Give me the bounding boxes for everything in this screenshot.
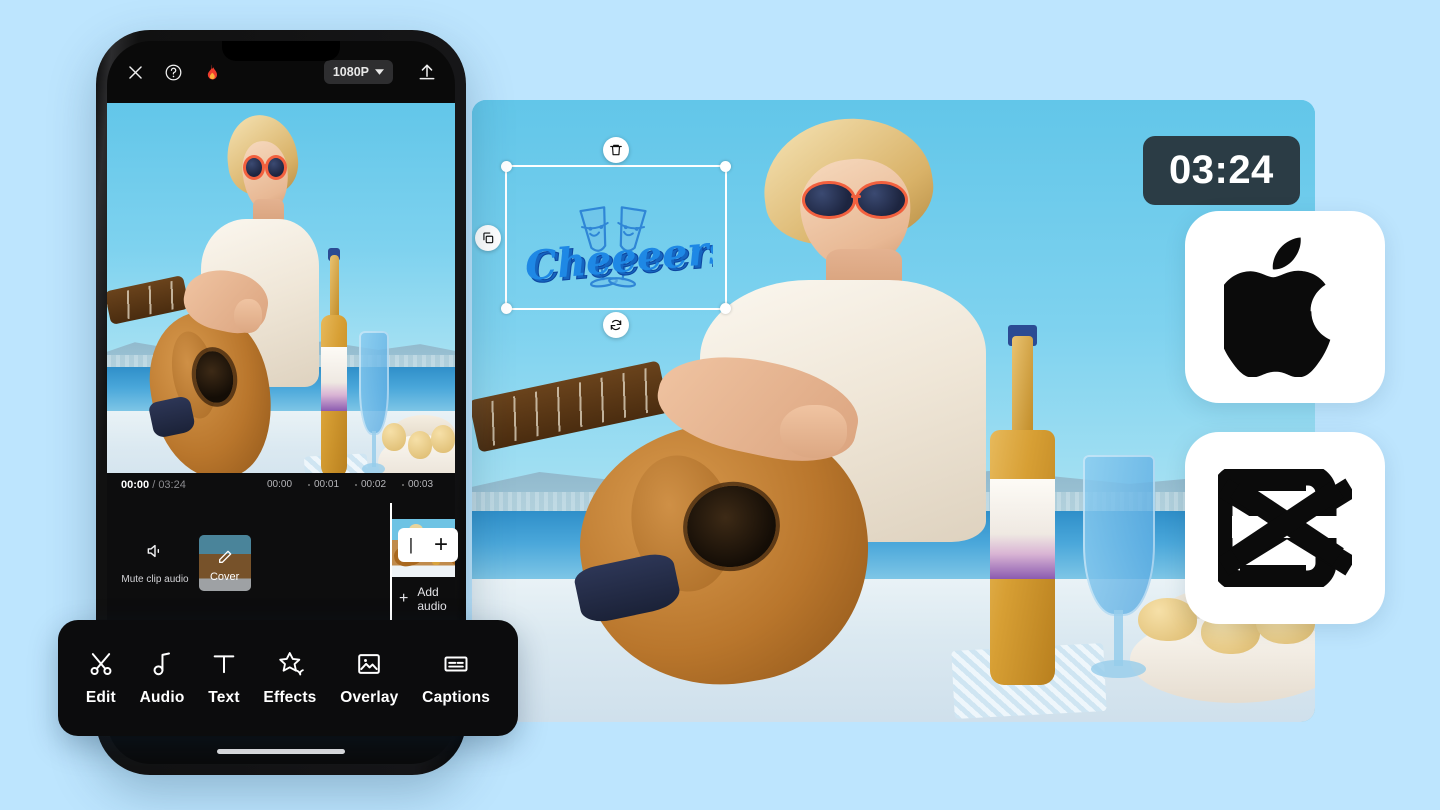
trash-icon[interactable] bbox=[603, 137, 629, 163]
phone-video-preview[interactable] bbox=[107, 103, 455, 503]
duration-badge: 03:24 bbox=[1143, 136, 1300, 205]
resize-handle-top-left[interactable] bbox=[501, 161, 512, 172]
phone-video-frame bbox=[107, 103, 455, 503]
rotate-icon[interactable] bbox=[603, 312, 629, 338]
capcut-icon bbox=[1218, 469, 1352, 587]
clip-append-control[interactable]: | + bbox=[398, 528, 458, 562]
apple-logo-tile[interactable] bbox=[1185, 211, 1385, 403]
capcut-logo-tile[interactable] bbox=[1185, 432, 1385, 624]
add-audio-button[interactable]: + Add audio bbox=[399, 585, 455, 613]
ruler-tick: 00:00 bbox=[267, 479, 293, 490]
add-clip-button[interactable]: + bbox=[424, 531, 458, 559]
tool-text[interactable]: Text bbox=[208, 649, 240, 707]
plus-icon: + bbox=[399, 590, 409, 607]
captions-icon bbox=[441, 649, 471, 679]
duplicate-icon[interactable] bbox=[475, 224, 501, 251]
apple-icon bbox=[1224, 237, 1331, 377]
flame-icon[interactable] bbox=[199, 60, 223, 84]
tool-edit[interactable]: Edit bbox=[86, 649, 116, 707]
music-note-icon bbox=[147, 649, 177, 679]
tool-captions-label: Captions bbox=[422, 689, 491, 706]
resolution-selector[interactable]: 1080P bbox=[323, 60, 393, 84]
tool-audio[interactable]: Audio bbox=[140, 649, 185, 707]
resize-handle-bottom-right[interactable] bbox=[720, 303, 731, 314]
editor-bottom-toolbar: Edit Audio Text Effects Overlay Captions bbox=[58, 620, 518, 736]
mute-clip-audio-button[interactable]: Mute clip audio bbox=[121, 541, 189, 585]
chevron-down-icon bbox=[375, 69, 384, 75]
tool-overlay[interactable]: Overlay bbox=[340, 649, 398, 707]
add-audio-label: Add audio bbox=[417, 585, 447, 613]
resize-handle-bottom-left[interactable] bbox=[501, 303, 512, 314]
timeline-playhead[interactable] bbox=[390, 503, 392, 627]
timeline-ruler: 00:00 00:01 00:02 00:03 bbox=[267, 479, 455, 490]
home-indicator bbox=[217, 749, 345, 754]
cheers-sticker-art: Cheeeers! Cheeeers! bbox=[523, 206, 713, 293]
ruler-tick: 00:02 bbox=[361, 479, 387, 490]
tool-captions[interactable]: Captions bbox=[422, 649, 490, 707]
cover-button[interactable]: Cover bbox=[198, 535, 251, 591]
help-icon[interactable] bbox=[161, 60, 185, 84]
scissors-icon bbox=[86, 649, 116, 679]
current-time: 00:00 bbox=[121, 479, 150, 491]
tool-text-label: Text bbox=[208, 689, 240, 706]
ruler-tick: 00:01 bbox=[314, 479, 340, 490]
timeline-left-controls: Mute clip audio Cover bbox=[107, 503, 265, 623]
sparkle-star-icon bbox=[275, 649, 305, 679]
upload-icon[interactable] bbox=[415, 60, 439, 84]
tool-effects-label: Effects bbox=[263, 689, 317, 706]
speaker-mute-icon bbox=[144, 541, 166, 566]
total-time: / 03:24 bbox=[152, 479, 186, 491]
svg-text:Cheeeers!: Cheeeers! bbox=[523, 224, 713, 290]
text-t-icon bbox=[209, 649, 239, 679]
clip-edge-divider: | bbox=[408, 535, 414, 554]
resize-handle-top-right[interactable] bbox=[720, 161, 731, 172]
image-overlay-icon bbox=[354, 649, 384, 679]
mute-clip-audio-label: Mute clip audio bbox=[121, 574, 189, 585]
phone-notch bbox=[222, 41, 340, 61]
tool-edit-label: Edit bbox=[85, 689, 116, 706]
timeline-time-readout: 00:00 / 03:24 bbox=[121, 479, 186, 491]
tool-overlay-label: Overlay bbox=[340, 689, 399, 706]
ruler-tick: 00:03 bbox=[408, 479, 434, 490]
sticker-overlay[interactable]: Cheeeers! Cheeeers! bbox=[475, 137, 731, 338]
close-icon[interactable] bbox=[123, 60, 147, 84]
resolution-label: 1080P bbox=[332, 65, 369, 79]
tool-effects[interactable]: Effects bbox=[263, 649, 316, 707]
page-root: Cheeeers! Cheeeers! 03:24 1080P 00:00 / … bbox=[0, 0, 1440, 810]
cover-label: Cover bbox=[209, 571, 240, 583]
pencil-icon bbox=[217, 549, 233, 570]
tool-audio-label: Audio bbox=[139, 689, 185, 706]
